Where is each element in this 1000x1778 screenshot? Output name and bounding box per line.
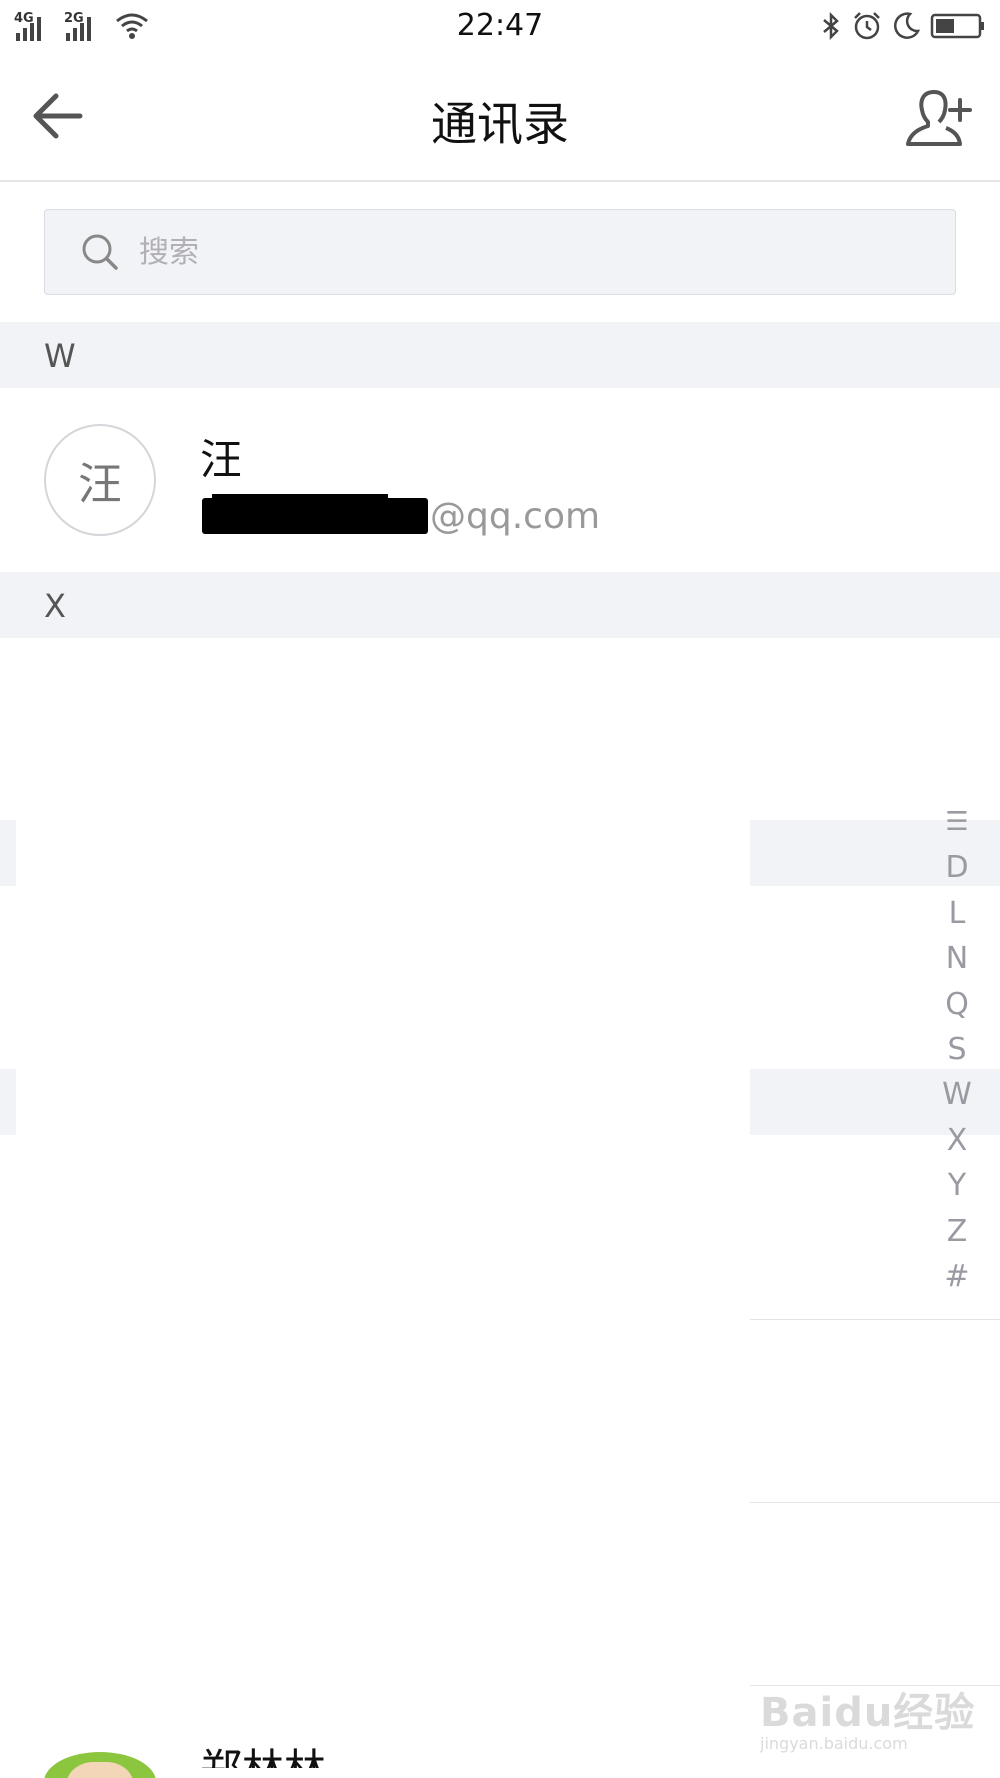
avatar-face bbox=[66, 1762, 134, 1778]
contacts-screen: 4G 2G 22:47 通讯录 搜索 W 汪 汪 @qq.com X ☰ D L… bbox=[0, 0, 1000, 1778]
search-input[interactable] bbox=[139, 234, 839, 270]
alpha-item-n[interactable]: N bbox=[934, 936, 980, 981]
section-header-x: X bbox=[0, 572, 1000, 638]
alpha-item-hash[interactable]: # bbox=[934, 1254, 980, 1299]
contact-name: 郑林林 bbox=[200, 1730, 326, 1768]
alpha-item-s[interactable]: S bbox=[934, 1027, 980, 1072]
add-contact-button[interactable] bbox=[904, 86, 976, 150]
email-suffix: @qq.com bbox=[430, 496, 601, 537]
page-title: 通讯录 bbox=[431, 97, 569, 151]
ghost-band bbox=[0, 820, 16, 886]
alpha-item-x[interactable]: X bbox=[934, 1118, 980, 1163]
add-user-icon bbox=[906, 90, 972, 146]
alphabet-index[interactable]: ☰ D L N Q S W X Y Z # bbox=[934, 800, 980, 1299]
search-icon bbox=[82, 234, 118, 270]
alpha-item-l[interactable]: L bbox=[934, 891, 980, 936]
contact-email: @qq.com bbox=[430, 496, 600, 537]
alpha-item-q[interactable]: Q bbox=[934, 982, 980, 1027]
redaction-mark-top bbox=[212, 494, 388, 504]
nav-bar: 通讯录 bbox=[0, 52, 1000, 182]
search-bar[interactable] bbox=[44, 209, 956, 295]
alpha-item-menu[interactable]: ☰ bbox=[934, 800, 980, 845]
watermark-text: Baidu经验 bbox=[760, 1690, 976, 1736]
alpha-item-w[interactable]: W bbox=[934, 1072, 980, 1117]
avatar: 汪 bbox=[44, 424, 156, 536]
watermark-logo: Baidu经验 jingyan.baidu.com bbox=[760, 1680, 980, 1760]
section-header-w: W bbox=[0, 322, 1000, 388]
clock: 22:47 bbox=[456, 8, 544, 43]
divider bbox=[750, 1319, 1000, 1320]
contact-name: 汪 bbox=[200, 435, 243, 484]
alpha-item-d[interactable]: D bbox=[934, 845, 980, 890]
divider bbox=[750, 1502, 1000, 1503]
status-bar: 4G 2G 22:47 bbox=[0, 0, 1000, 52]
ghost-band bbox=[0, 1069, 16, 1135]
alpha-item-y[interactable]: Y bbox=[934, 1163, 980, 1208]
contact-row[interactable]: 汪 汪 @qq.com bbox=[0, 388, 1000, 572]
avatar bbox=[44, 1752, 156, 1778]
alpha-item-z[interactable]: Z bbox=[934, 1209, 980, 1254]
